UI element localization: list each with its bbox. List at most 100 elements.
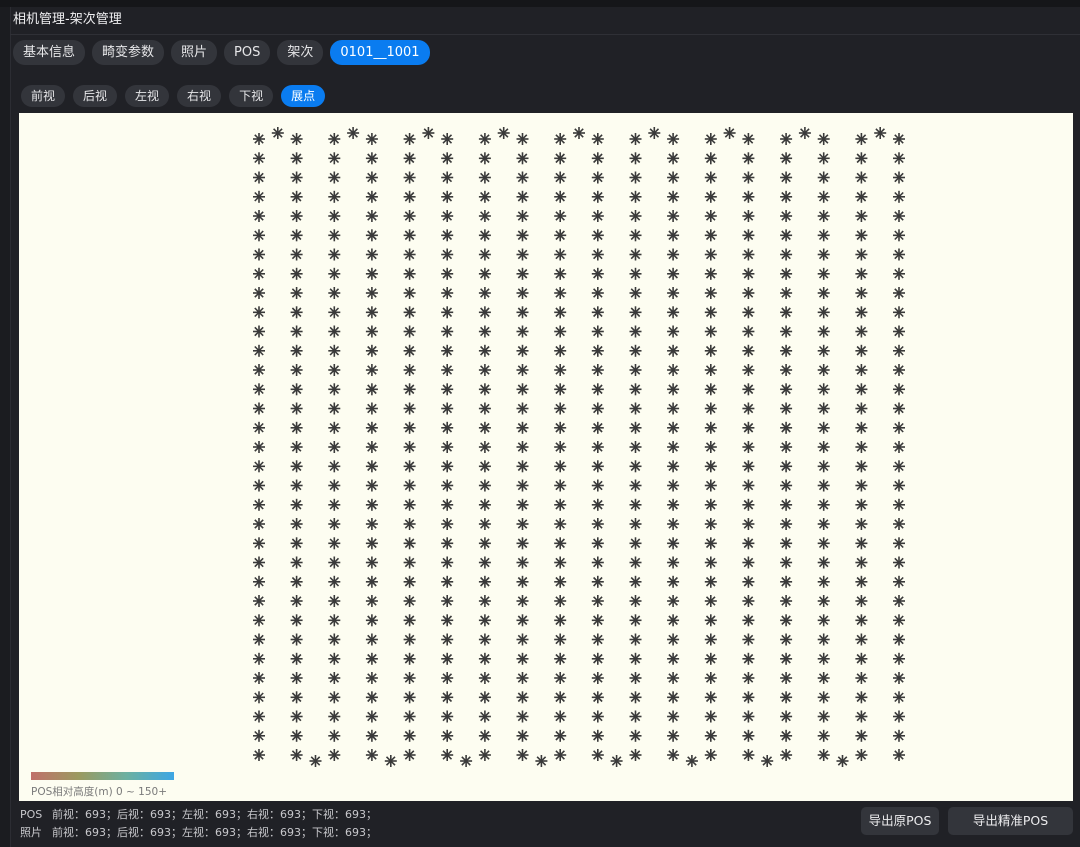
pos-point-marker bbox=[403, 364, 416, 376]
pos-point-marker bbox=[629, 595, 642, 607]
pos-point-marker bbox=[365, 633, 378, 646]
pos-point-marker bbox=[290, 556, 303, 569]
pos-point-marker bbox=[893, 537, 905, 550]
pos-point-marker bbox=[290, 210, 303, 222]
pos-point-marker bbox=[478, 287, 491, 299]
pos-point-marker bbox=[817, 691, 830, 704]
tab-down-view[interactable]: 下视 bbox=[229, 85, 274, 107]
pos-point-marker bbox=[365, 614, 378, 627]
pos-point-marker bbox=[667, 498, 680, 511]
pos-point-marker bbox=[328, 229, 341, 242]
pos-point-marker bbox=[478, 537, 491, 550]
window-title: 相机管理-架次管理 bbox=[13, 12, 122, 27]
tab-back-view[interactable]: 后视 bbox=[73, 85, 118, 107]
pos-point-marker bbox=[328, 652, 341, 665]
pos-point-marker bbox=[591, 595, 604, 607]
tab-right-view[interactable]: 右视 bbox=[177, 85, 222, 107]
pos-point-marker bbox=[516, 229, 529, 242]
pos-point-marker bbox=[253, 729, 265, 742]
pos-point-marker bbox=[704, 171, 717, 184]
pos-point-marker bbox=[478, 152, 491, 165]
pos-point-marker bbox=[253, 364, 265, 376]
pos-point-marker bbox=[290, 171, 303, 184]
pos-point-marker bbox=[441, 710, 454, 723]
pos-point-marker bbox=[817, 133, 830, 145]
pos-point-marker bbox=[855, 210, 868, 222]
tab-distortion-params[interactable]: 畸变参数 bbox=[92, 40, 165, 65]
pos-point-marker bbox=[478, 595, 491, 607]
pos-point-marker bbox=[328, 556, 341, 569]
pos-point-marker bbox=[290, 421, 303, 434]
point-plot-canvas[interactable]: POS相对高度(m) 0 ~ 150+ bbox=[19, 113, 1073, 801]
pos-point-marker bbox=[441, 556, 454, 569]
title-divider bbox=[10, 34, 1080, 35]
pos-point-marker bbox=[441, 171, 454, 184]
pos-point-marker bbox=[704, 441, 717, 453]
pos-point-marker bbox=[290, 229, 303, 242]
pos-point-marker bbox=[328, 729, 341, 742]
pos-point-marker bbox=[893, 152, 905, 165]
pos-point-marker bbox=[328, 460, 341, 473]
pos-point-marker bbox=[290, 633, 303, 646]
tab-front-view[interactable]: 前视 bbox=[21, 85, 66, 107]
pos-point-marker bbox=[667, 614, 680, 627]
pos-point-marker bbox=[365, 518, 378, 530]
pos-point-marker bbox=[742, 267, 755, 280]
pos-point-marker bbox=[290, 537, 303, 550]
pos-point-marker bbox=[478, 171, 491, 184]
pos-point-marker bbox=[742, 306, 755, 319]
pos-point-marker bbox=[855, 152, 868, 165]
pos-point-marker bbox=[817, 518, 830, 530]
tab-pos[interactable]: POS bbox=[224, 40, 271, 65]
tab-flight-0101-1001[interactable]: 0101__1001 bbox=[330, 40, 430, 65]
tab-point-plot[interactable]: 展点 bbox=[281, 85, 326, 107]
pos-point-marker bbox=[591, 575, 604, 588]
pos-point-marker bbox=[629, 364, 642, 376]
pos-point-marker bbox=[591, 421, 604, 434]
pos-point-marker bbox=[780, 595, 793, 607]
pos-point-marker bbox=[253, 633, 265, 646]
pos-point-marker bbox=[742, 575, 755, 588]
pos-point-marker bbox=[441, 287, 454, 299]
status-photo-counts: 前视：693；后视：693；左视：693；右视：693；下视：693； bbox=[52, 826, 377, 839]
pos-point-marker bbox=[441, 229, 454, 242]
pos-point-marker bbox=[328, 749, 341, 761]
pos-point-marker bbox=[365, 460, 378, 473]
pos-point-marker bbox=[554, 306, 567, 319]
pos-point-marker bbox=[253, 710, 265, 723]
pos-point-marker bbox=[855, 729, 868, 742]
pos-point-marker bbox=[629, 325, 642, 338]
pos-point-marker bbox=[328, 344, 341, 357]
pos-point-marker bbox=[855, 537, 868, 550]
pos-point-marker bbox=[742, 210, 755, 222]
pos-point-marker bbox=[478, 306, 491, 319]
pos-point-marker bbox=[554, 710, 567, 723]
pos-point-marker bbox=[554, 287, 567, 299]
pos-point-marker bbox=[817, 749, 830, 761]
tab-basic-info[interactable]: 基本信息 bbox=[13, 40, 86, 65]
pos-point-marker bbox=[290, 479, 303, 492]
pos-point-marker bbox=[855, 190, 868, 203]
pos-point-marker bbox=[478, 652, 491, 665]
pos-point-marker bbox=[290, 575, 303, 588]
pos-point-marker bbox=[516, 383, 529, 396]
pos-point-marker bbox=[629, 383, 642, 396]
pos-point-marker bbox=[667, 344, 680, 357]
pos-point-marker bbox=[893, 306, 905, 319]
pos-point-marker bbox=[516, 133, 529, 145]
pos-point-marker bbox=[441, 729, 454, 742]
export-raw-pos-button[interactable]: 导出原POS bbox=[861, 807, 939, 835]
tab-left-view[interactable]: 左视 bbox=[125, 85, 170, 107]
export-precise-pos-button[interactable]: 导出精准POS bbox=[948, 807, 1073, 835]
tab-flights[interactable]: 架次 bbox=[277, 40, 324, 65]
pos-point-marker bbox=[780, 344, 793, 357]
pos-point-marker bbox=[667, 171, 680, 184]
pos-point-marker bbox=[403, 518, 416, 530]
tab-photos[interactable]: 照片 bbox=[171, 40, 218, 65]
pos-point-marker bbox=[629, 421, 642, 434]
pos-point-marker bbox=[253, 248, 265, 261]
pos-point-marker bbox=[855, 575, 868, 588]
pos-point-marker bbox=[742, 287, 755, 299]
pos-point-marker bbox=[403, 287, 416, 299]
pos-point-marker bbox=[460, 755, 473, 767]
